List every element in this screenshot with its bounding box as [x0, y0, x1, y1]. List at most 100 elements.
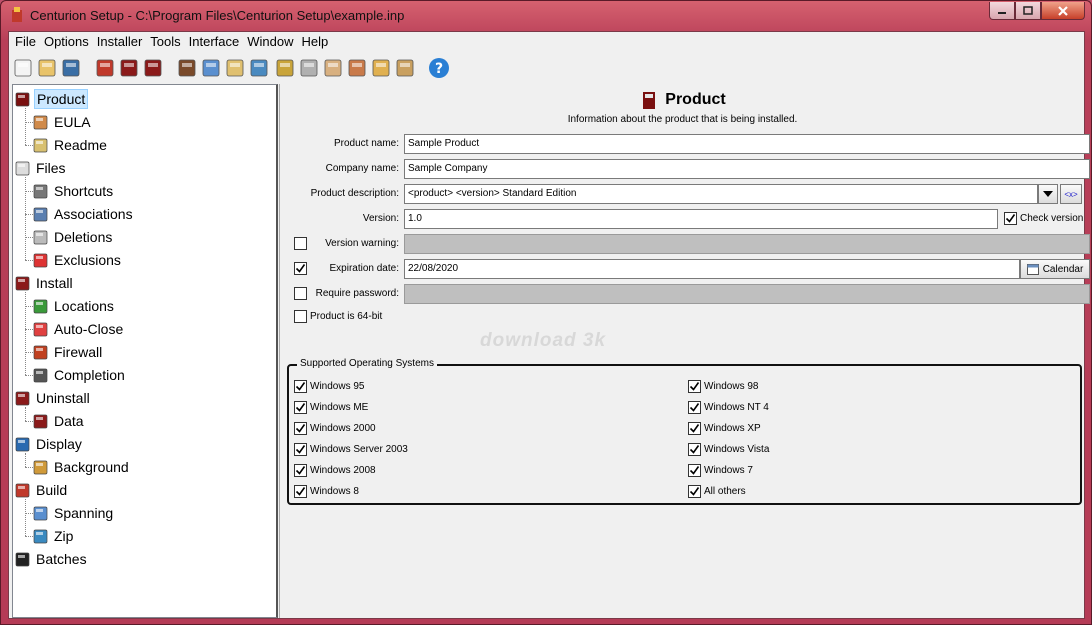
lock-toolbar-button[interactable] — [273, 56, 297, 80]
tree-item-files[interactable]: Files — [14, 157, 68, 179]
data-icon — [33, 414, 48, 428]
os-checkbox-windows-nt-4[interactable] — [688, 401, 701, 414]
os-checkbox-windows-8[interactable] — [294, 485, 307, 498]
tool-toolbar-button[interactable] — [345, 56, 369, 80]
product-64bit-checkbox[interactable] — [294, 310, 307, 323]
svg-text:?: ? — [435, 61, 443, 77]
spanning-toolbar-button[interactable] — [199, 56, 223, 80]
install-icon — [15, 276, 30, 290]
os-checkbox-all-others[interactable] — [688, 485, 701, 498]
version-label: Version: — [362, 213, 399, 224]
version-warning-field[interactable] — [404, 234, 1090, 254]
tree-item-label: Batches — [36, 551, 87, 567]
tree-item-shortcuts[interactable]: Shortcuts — [32, 180, 115, 202]
os-checkbox-windows-server-2003[interactable] — [294, 443, 307, 456]
tree-item-spanning[interactable]: Spanning — [32, 502, 115, 524]
company-name-field[interactable]: Sample Company — [404, 159, 1090, 179]
menu-installer[interactable]: Installer — [95, 32, 147, 52]
checkmark-icon — [295, 445, 306, 454]
require-password-label: Require password: — [315, 288, 399, 299]
tree-item-background[interactable]: Background — [32, 456, 131, 478]
minimize-icon — [998, 11, 1006, 14]
os-checkbox-windows-xp[interactable] — [688, 422, 701, 435]
password-field[interactable] — [404, 284, 1090, 304]
close-button[interactable] — [1041, 2, 1085, 20]
tree-item-auto-close[interactable]: Auto-Close — [32, 318, 125, 340]
tree-item-display[interactable]: Display — [14, 433, 84, 455]
maximize-icon — [1023, 6, 1033, 15]
tree-item-firewall[interactable]: Firewall — [32, 341, 104, 363]
tree-item-build[interactable]: Build — [14, 479, 69, 501]
tree-item-completion[interactable]: Completion — [32, 364, 127, 386]
readme-icon — [33, 138, 48, 152]
menu-help[interactable]: Help — [300, 32, 333, 52]
save-toolbar-button[interactable] — [59, 56, 83, 80]
deletions-icon — [33, 230, 48, 244]
calendar-button[interactable]: Calendar — [1020, 259, 1090, 279]
tree-item-deletions[interactable]: Deletions — [32, 226, 114, 248]
install-toolbar-button[interactable] — [117, 56, 141, 80]
insert-macro-button[interactable]: <x> — [1060, 184, 1082, 204]
maximize-button[interactable] — [1015, 2, 1041, 20]
menu-options[interactable]: Options — [42, 32, 93, 52]
os-checkbox-windows-7[interactable] — [688, 464, 701, 477]
title-bar[interactable]: Centurion Setup - C:\Program Files\Centu… — [1, 1, 1091, 31]
description-dropdown-button[interactable] — [1038, 184, 1058, 204]
os-checkbox-windows-2008[interactable] — [294, 464, 307, 477]
tree-item-product[interactable]: Product — [14, 88, 89, 110]
tree-item-data[interactable]: Data — [32, 410, 86, 432]
os-checkbox-windows-95[interactable] — [294, 380, 307, 393]
os-checkbox-windows-me[interactable] — [294, 401, 307, 414]
handshake-toolbar-button[interactable] — [321, 56, 345, 80]
tree-item-exclusions[interactable]: Exclusions — [32, 249, 123, 271]
open-folder-icon — [38, 59, 56, 77]
tree-item-uninstall[interactable]: Uninstall — [14, 387, 92, 409]
tree-item-label: Uninstall — [36, 390, 90, 406]
tree-item-associations[interactable]: Associations — [32, 203, 135, 225]
scroll-toolbar-button[interactable] — [369, 56, 393, 80]
check-version-checkbox[interactable] — [1004, 212, 1017, 225]
handshake-icon — [324, 59, 342, 77]
version-field[interactable]: 1.0 — [404, 209, 998, 229]
os-checkbox-windows-vista[interactable] — [688, 443, 701, 456]
files-toolbar-button[interactable] — [175, 56, 199, 80]
menu-file[interactable]: File — [13, 32, 40, 52]
tree-connector-line — [25, 177, 26, 260]
tree-item-eula[interactable]: EULA — [32, 111, 93, 133]
expiration-date-field[interactable]: 22/08/2020 — [404, 259, 1020, 279]
os-checkbox-windows-2000[interactable] — [294, 422, 307, 435]
tree-item-install[interactable]: Install — [14, 272, 75, 294]
help-toolbar-button[interactable]: ? — [427, 56, 451, 80]
build-toolbar-button[interactable] — [93, 56, 117, 80]
web-toolbar-button[interactable] — [247, 56, 271, 80]
product-name-label: Product name: — [333, 138, 399, 149]
locations-icon — [33, 299, 48, 313]
copy-toolbar-button[interactable] — [297, 56, 321, 80]
navigation-tree[interactable]: Product EULA Readme Files Shortcuts Associati… — [12, 84, 278, 618]
product-name-field[interactable]: Sample Product — [404, 134, 1090, 154]
tool-icon — [348, 59, 366, 77]
watermark-logo: download 3k — [480, 330, 607, 351]
package-toolbar-button[interactable] — [393, 56, 417, 80]
open-folder-toolbar-button[interactable] — [35, 56, 59, 80]
edit-toolbar-button[interactable] — [223, 56, 247, 80]
checkmark-icon — [689, 445, 700, 454]
menu-interface[interactable]: Interface — [187, 32, 244, 52]
tree-item-batches[interactable]: Batches — [14, 548, 89, 570]
new-file-toolbar-button[interactable] — [11, 56, 35, 80]
os-checkbox-windows-98[interactable] — [688, 380, 701, 393]
spanning-icon — [202, 59, 220, 77]
client-area: File Options Installer Tools Interface Window… — [8, 31, 1090, 619]
uninstall-toolbar-button[interactable] — [141, 56, 165, 80]
menu-tools[interactable]: Tools — [148, 32, 184, 52]
product-description-field[interactable]: <product> <version> Standard Edition — [404, 184, 1038, 204]
tree-item-label: Completion — [54, 367, 125, 383]
tree-item-locations[interactable]: Locations — [32, 295, 116, 317]
tree-item-label: Deletions — [54, 229, 113, 245]
menu-window[interactable]: Window — [245, 32, 297, 52]
close-icon — [1058, 5, 1068, 16]
tree-item-readme[interactable]: Readme — [32, 134, 109, 156]
minimize-button[interactable] — [989, 2, 1015, 20]
batches-icon — [15, 552, 30, 566]
tree-item-zip[interactable]: Zip — [32, 525, 75, 547]
